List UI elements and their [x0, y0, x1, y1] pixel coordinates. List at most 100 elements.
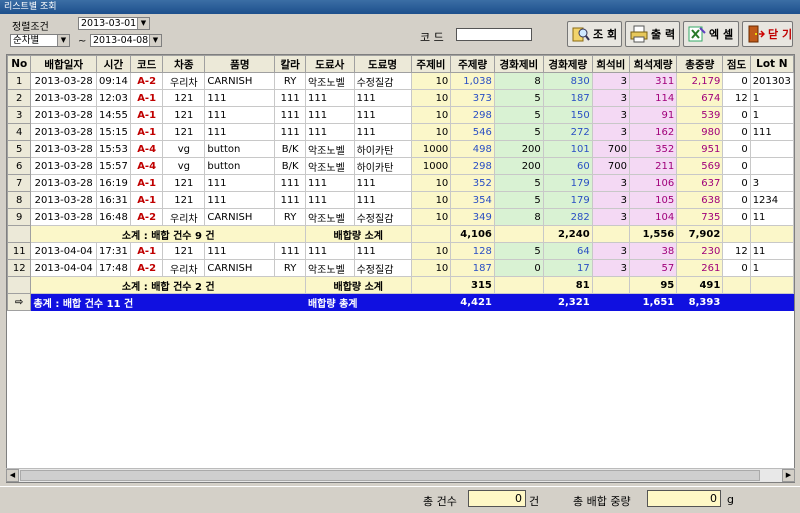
cell-paint-name: 111: [353, 89, 412, 107]
summary-qty-label: 배합량 소계: [304, 276, 412, 294]
table-row[interactable]: 7 2013-03-28 16:19 A-1 121 111 111 111 111 10 352 5…: [7, 174, 794, 192]
sort-select[interactable]: 순차별 ▼: [10, 34, 70, 47]
cell-hardener-qty: 282: [542, 208, 593, 226]
excel-button-label: 엑 셀: [709, 28, 734, 41]
subtotal-row[interactable]: 소계 : 배합 건수 2 건 배합량 소계 315 81 95 491: [7, 276, 794, 294]
cell-item-name: 111: [204, 174, 276, 192]
column-header[interactable]: Lot N: [749, 55, 794, 73]
cell-viscosity: 12: [722, 242, 751, 260]
cell-viscosity: 0: [722, 157, 751, 175]
search-button[interactable]: 조 회: [567, 21, 622, 47]
column-header[interactable]: 주제량: [450, 55, 495, 73]
table-row[interactable]: 8 2013-03-28 16:31 A-1 121 111 111 111 111 10 354 5…: [7, 191, 794, 209]
date-from-field[interactable]: 2013-03-01 ▼: [78, 17, 150, 30]
table-row[interactable]: 3 2013-03-28 14:55 A-1 121 111 111 111 111 10 298 5…: [7, 106, 794, 124]
cell-thinner-ratio: 3: [591, 174, 631, 192]
column-header[interactable]: 칼라: [274, 55, 306, 73]
date-to-field[interactable]: 2013-04-08 ▼: [90, 34, 162, 47]
cell-hardener-qty: 101: [542, 140, 593, 158]
cell-hardener-ratio: 5: [493, 106, 544, 124]
cell-thinner-ratio: 700: [591, 140, 631, 158]
cell-hardener-qty: 64: [542, 242, 593, 260]
column-header[interactable]: 총중량: [676, 55, 724, 73]
scroll-thumb[interactable]: [20, 470, 760, 481]
cell-time: 15:15: [95, 123, 131, 141]
column-header[interactable]: 시간: [95, 55, 131, 73]
cell-time: 15:53: [95, 140, 131, 158]
table-row[interactable]: 2 2013-03-28 12:03 A-1 121 111 111 111 111 10 373 5…: [7, 89, 794, 107]
excel-icon: [688, 25, 706, 43]
cell-item-name: 111: [204, 242, 276, 260]
cell-lot-no: [749, 157, 794, 175]
cell-hardener-qty: 830: [542, 72, 593, 90]
column-header[interactable]: 경화제량: [542, 55, 593, 73]
table-row[interactable]: 6 2013-03-28 15:57 A-4 vg button B/K 악조노벨 하이카탄 10…: [7, 157, 794, 175]
cell-hardener-ratio: 0: [493, 259, 544, 277]
column-header[interactable]: 주제비: [410, 55, 452, 73]
cell-main-qty: 298: [450, 157, 495, 175]
excel-button[interactable]: 엑 셀: [683, 21, 739, 47]
table-row[interactable]: 4 2013-03-28 15:15 A-1 121 111 111 111 111 10 546 5…: [7, 123, 794, 141]
cell-date: 2013-03-28: [30, 72, 97, 90]
date-to-value: 2013-04-08: [93, 35, 149, 46]
cell-hardener-ratio: 200: [493, 157, 544, 175]
sort-label: 정렬조건: [12, 22, 49, 33]
cell-item-name: CARNISH: [204, 72, 276, 90]
cell-date: 2013-03-28: [30, 89, 97, 107]
print-button[interactable]: 출 력: [625, 21, 680, 47]
column-header[interactable]: 희석제량: [628, 55, 678, 73]
cell-thinner-qty: 114: [628, 89, 678, 107]
table-row[interactable]: 1 2013-03-28 09:14 A-2 우리차 CARNISH RY 악조노벨 수정질감 1…: [7, 72, 794, 90]
column-header[interactable]: No: [7, 55, 32, 73]
column-header[interactable]: 점도: [722, 55, 751, 73]
column-header[interactable]: 차종: [162, 55, 206, 73]
cell-paint-maker: 악조노벨: [304, 157, 355, 175]
cell-paint-maker: 111: [304, 174, 355, 192]
scroll-right-icon[interactable]: ▶: [782, 469, 795, 482]
cell-lot-no: 3: [749, 174, 794, 192]
row-number: 7: [7, 174, 32, 192]
cell-color: 111: [274, 89, 306, 107]
horizontal-scrollbar[interactable]: ◀ ▶: [6, 468, 795, 482]
column-header[interactable]: 품명: [204, 55, 276, 73]
column-header[interactable]: 코드: [129, 55, 164, 73]
cell-paint-name: 하이카탄: [353, 157, 412, 175]
result-grid[interactable]: No 배합일자 시간 코드 차종 품명 칼라 도료사 도료명 주제비 주제량 경화제비 경화제량 희석비 희…: [6, 54, 795, 483]
column-header[interactable]: 희석비: [591, 55, 631, 73]
table-row[interactable]: 12 2013-04-04 17:48 A-2 우리차 CARNISH RY 악조노벨 수정질감…: [7, 259, 794, 277]
search-button-label: 조 회: [593, 28, 618, 41]
table-row[interactable]: 11 2013-04-04 17:31 A-1 121 111 111 111 111 10 128…: [7, 242, 794, 260]
summary-empty-cell: [722, 225, 751, 243]
table-header-row: No 배합일자 시간 코드 차종 품명 칼라 도료사 도료명 주제비 주제량 경화제비 경화제량 희석비 희…: [7, 55, 794, 73]
summary-count-label: 소계 : 배합 건수 9 건: [30, 225, 306, 243]
column-header[interactable]: 도료명: [353, 55, 412, 73]
close-button[interactable]: 닫 기: [742, 21, 793, 47]
row-number: [7, 225, 32, 243]
cell-time: 16:19: [95, 174, 131, 192]
cell-hardener-qty: 150: [542, 106, 593, 124]
table-row[interactable]: 5 2013-03-28 15:53 A-4 vg button B/K 악조노벨 하이카탄 10…: [7, 140, 794, 158]
date-separator: ~: [78, 36, 87, 47]
table-row[interactable]: 9 2013-03-28 16:48 A-2 우리차 CARNISH RY 악조노벨 수정질감 1…: [7, 208, 794, 226]
column-header[interactable]: 도료사: [304, 55, 355, 73]
cell-total-weight: 638: [676, 191, 724, 209]
cell-thinner-ratio: 3: [591, 191, 631, 209]
cell-code: A-1: [129, 89, 164, 107]
cell-thinner-ratio: 3: [591, 89, 631, 107]
code-input[interactable]: [456, 28, 532, 41]
grand-total-row[interactable]: ⇨ 총계 : 배합 건수 11 건 배합량 총계 4,421 2,321 1,651 8,3…: [7, 293, 794, 311]
cell-total-weight: 674: [676, 89, 724, 107]
cell-color: 111: [274, 174, 306, 192]
summary-empty-cell: [410, 293, 452, 311]
cell-paint-name: 111: [353, 123, 412, 141]
column-header[interactable]: 배합일자: [30, 55, 97, 73]
scroll-left-icon[interactable]: ◀: [6, 469, 19, 482]
column-header[interactable]: 경화제비: [493, 55, 544, 73]
cell-paint-name: 수정질감: [353, 72, 412, 90]
subtotal-row[interactable]: 소계 : 배합 건수 9 건 배합량 소계 4,106 2,240 1,556 7,902: [7, 225, 794, 243]
sort-select-value: 순차별: [13, 35, 40, 46]
cell-paint-name: 수정질감: [353, 259, 412, 277]
cell-thinner-qty: 352: [628, 140, 678, 158]
cell-thinner-qty: 311: [628, 72, 678, 90]
cell-lot-no: 11: [749, 208, 794, 226]
